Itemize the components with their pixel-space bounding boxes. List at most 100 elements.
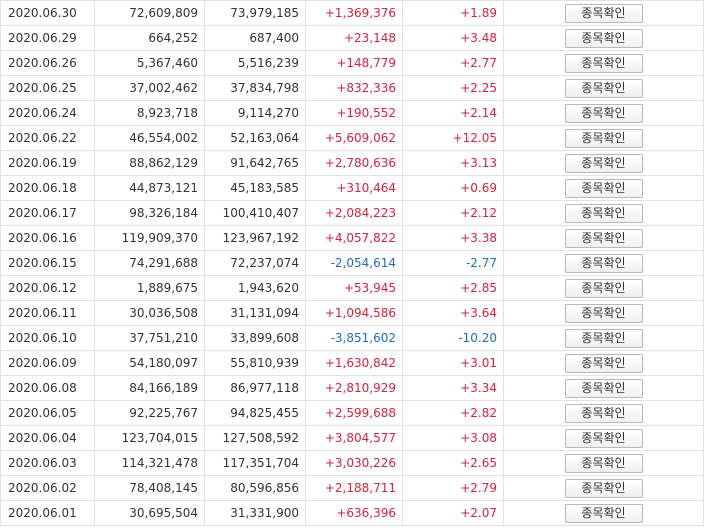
value-2-cell: 117,351,704 [204, 450, 306, 476]
percent-change-cell: +2.14 [402, 100, 504, 126]
check-stock-button[interactable]: 종목확인 [564, 53, 643, 73]
percent-change-cell: +3.01 [402, 350, 504, 376]
change-cell: +3,030,226 [305, 450, 403, 476]
table-row: 2020.06.11 30,036,508 31,131,094 +1,094,… [0, 300, 704, 326]
value-1-cell: 664,252 [94, 25, 205, 51]
data-table: 2020.06.30 72,609,809 73,979,185 +1,369,… [0, 0, 704, 526]
check-stock-button[interactable]: 종목확인 [564, 3, 643, 23]
change-cell: +3,804,577 [305, 425, 403, 451]
date-cell: 2020.06.17 [0, 200, 95, 226]
check-stock-button[interactable]: 종목확인 [564, 278, 643, 298]
percent-change-cell: +0.69 [402, 175, 504, 201]
value-2-cell: 127,508,592 [204, 425, 306, 451]
action-cell: 종목확인 [503, 100, 704, 126]
value-2-cell: 31,331,900 [204, 500, 306, 526]
action-cell: 종목확인 [503, 200, 704, 226]
change-cell: +2,780,636 [305, 150, 403, 176]
percent-change-cell: +2.65 [402, 450, 504, 476]
table-row: 2020.06.17 98,326,184 100,410,407 +2,084… [0, 200, 704, 226]
table-body: 2020.06.30 72,609,809 73,979,185 +1,369,… [0, 0, 704, 526]
check-stock-button[interactable]: 종목확인 [564, 253, 643, 273]
table-row: 2020.06.25 37,002,462 37,834,798 +832,33… [0, 75, 704, 101]
check-stock-button[interactable]: 종목확인 [564, 503, 643, 523]
date-cell: 2020.06.19 [0, 150, 95, 176]
value-1-cell: 92,225,767 [94, 400, 205, 426]
date-cell: 2020.06.04 [0, 425, 95, 451]
change-cell: +5,609,062 [305, 125, 403, 151]
value-2-cell: 9,114,270 [204, 100, 306, 126]
change-cell: +4,057,822 [305, 225, 403, 251]
check-stock-button[interactable]: 종목확인 [564, 153, 643, 173]
date-cell: 2020.06.12 [0, 275, 95, 301]
value-1-cell: 8,923,718 [94, 100, 205, 126]
date-cell: 2020.06.24 [0, 100, 95, 126]
check-stock-button[interactable]: 종목확인 [564, 203, 643, 223]
date-cell: 2020.06.16 [0, 225, 95, 251]
date-cell: 2020.06.18 [0, 175, 95, 201]
table-row: 2020.06.26 5,367,460 5,516,239 +148,779 … [0, 50, 704, 76]
value-1-cell: 84,166,189 [94, 375, 205, 401]
value-2-cell: 100,410,407 [204, 200, 306, 226]
value-2-cell: 37,834,798 [204, 75, 306, 101]
change-cell: +148,779 [305, 50, 403, 76]
check-stock-button[interactable]: 종목확인 [564, 378, 643, 398]
change-cell: +2,188,711 [305, 475, 403, 501]
value-1-cell: 78,408,145 [94, 475, 205, 501]
table-row: 2020.06.30 72,609,809 73,979,185 +1,369,… [0, 0, 704, 26]
percent-change-cell: +1.89 [402, 0, 504, 26]
action-cell: 종목확인 [503, 25, 704, 51]
action-cell: 종목확인 [503, 275, 704, 301]
action-cell: 종목확인 [503, 150, 704, 176]
percent-change-cell: +2.12 [402, 200, 504, 226]
change-cell: +2,084,223 [305, 200, 403, 226]
check-stock-button[interactable]: 종목확인 [564, 428, 643, 448]
table-row: 2020.06.15 74,291,688 72,237,074 -2,054,… [0, 250, 704, 276]
change-cell: +310,464 [305, 175, 403, 201]
change-cell: +1,094,586 [305, 300, 403, 326]
table-row: 2020.06.12 1,889,675 1,943,620 +53,945 +… [0, 275, 704, 301]
value-1-cell: 54,180,097 [94, 350, 205, 376]
date-cell: 2020.06.25 [0, 75, 95, 101]
date-cell: 2020.06.03 [0, 450, 95, 476]
value-1-cell: 30,036,508 [94, 300, 205, 326]
table-row: 2020.06.18 44,873,121 45,183,585 +310,46… [0, 175, 704, 201]
value-1-cell: 88,862,129 [94, 150, 205, 176]
date-cell: 2020.06.10 [0, 325, 95, 351]
check-stock-button[interactable]: 종목확인 [564, 478, 643, 498]
date-cell: 2020.06.26 [0, 50, 95, 76]
value-2-cell: 73,979,185 [204, 0, 306, 26]
action-cell: 종목확인 [503, 475, 704, 501]
check-stock-button[interactable]: 종목확인 [564, 403, 643, 423]
check-stock-button[interactable]: 종목확인 [564, 228, 643, 248]
percent-change-cell: +3.64 [402, 300, 504, 326]
value-2-cell: 1,943,620 [204, 275, 306, 301]
value-2-cell: 80,596,856 [204, 475, 306, 501]
check-stock-button[interactable]: 종목확인 [564, 353, 643, 373]
check-stock-button[interactable]: 종목확인 [564, 103, 643, 123]
action-cell: 종목확인 [503, 450, 704, 476]
percent-change-cell: +12.05 [402, 125, 504, 151]
check-stock-button[interactable]: 종목확인 [564, 78, 643, 98]
check-stock-button[interactable]: 종목확인 [564, 178, 643, 198]
action-cell: 종목확인 [503, 50, 704, 76]
percent-change-cell: +3.48 [402, 25, 504, 51]
value-1-cell: 37,751,210 [94, 325, 205, 351]
check-stock-button[interactable]: 종목확인 [564, 303, 643, 323]
percent-change-cell: +3.13 [402, 150, 504, 176]
value-1-cell: 37,002,462 [94, 75, 205, 101]
table-row: 2020.06.04 123,704,015 127,508,592 +3,80… [0, 425, 704, 451]
check-stock-button[interactable]: 종목확인 [564, 128, 643, 148]
table-row: 2020.06.24 8,923,718 9,114,270 +190,552 … [0, 100, 704, 126]
action-cell: 종목확인 [503, 75, 704, 101]
percent-change-cell: -10.20 [402, 325, 504, 351]
date-cell: 2020.06.15 [0, 250, 95, 276]
check-stock-button[interactable]: 종목확인 [564, 328, 643, 348]
value-1-cell: 44,873,121 [94, 175, 205, 201]
percent-change-cell: +3.08 [402, 425, 504, 451]
check-stock-button[interactable]: 종목확인 [564, 453, 643, 473]
change-cell: -2,054,614 [305, 250, 403, 276]
table-row: 2020.06.19 88,862,129 91,642,765 +2,780,… [0, 150, 704, 176]
check-stock-button[interactable]: 종목확인 [564, 28, 643, 48]
value-1-cell: 30,695,504 [94, 500, 205, 526]
change-cell: -3,851,602 [305, 325, 403, 351]
